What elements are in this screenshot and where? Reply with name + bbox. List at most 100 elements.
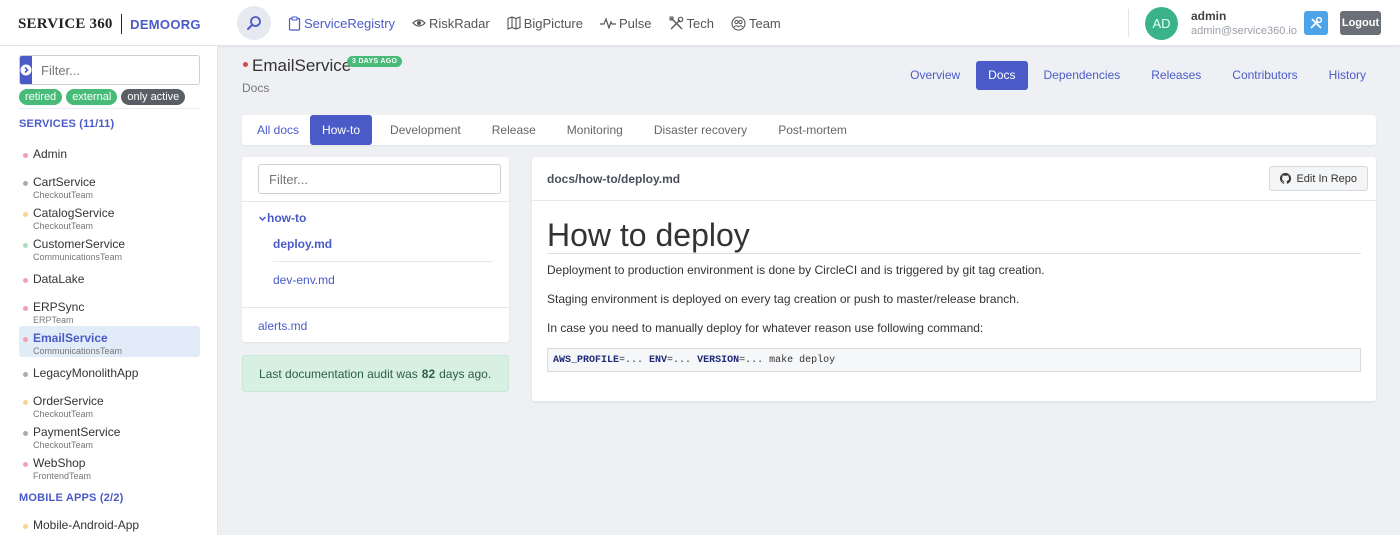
- user-name: admin: [1191, 9, 1227, 23]
- file-dev-env-md[interactable]: dev-env.md: [273, 273, 335, 287]
- doc-divider: [532, 200, 1376, 201]
- service-team: CheckoutTeam: [33, 221, 94, 231]
- nav-service-registry[interactable]: ServiceRegistry: [288, 16, 395, 31]
- audit-days: 82: [421, 366, 436, 381]
- edit-in-repo-button[interactable]: Edit In Repo: [1269, 166, 1368, 191]
- github-icon: [1280, 173, 1292, 184]
- user-email: admin@service360.io: [1191, 25, 1297, 37]
- org-name: DEMOORG: [130, 16, 201, 32]
- doc-viewer-panel: docs/how-to/deploy.md Edit In Repo How t…: [532, 157, 1376, 401]
- status-dot: [23, 524, 28, 529]
- eye-icon: [412, 19, 426, 27]
- status-dot: [23, 278, 28, 283]
- doc-tab-all-docs[interactable]: All docs: [248, 115, 308, 145]
- folder-how-to[interactable]: how-to: [258, 211, 306, 225]
- tab-history[interactable]: History: [1314, 61, 1381, 90]
- team-icon: [731, 15, 746, 31]
- mobile-apps-section-title[interactable]: MOBILE APPS (2/2): [19, 492, 123, 504]
- pulse-icon: [599, 17, 616, 29]
- status-dot: [23, 372, 28, 377]
- nav-team[interactable]: Team: [731, 16, 781, 31]
- service-name: CustomerService: [33, 237, 126, 251]
- mobile-app-item-android[interactable]: Mobile-Android-App: [19, 517, 200, 533]
- service-item-legacymonolithapp[interactable]: LegacyMonolithApp: [19, 365, 200, 381]
- logo-separator: [120, 14, 123, 34]
- audit-notice: Last documentation audit was 82 days ago…: [242, 355, 509, 392]
- chevron-right-circle-icon: [20, 64, 32, 76]
- doc-tab-post-mortem[interactable]: Post-mortem: [769, 115, 856, 145]
- doc-tab-development[interactable]: Development: [381, 115, 470, 145]
- nav-tech[interactable]: Tech: [669, 16, 714, 31]
- status-dot: [23, 400, 28, 405]
- service-name: Admin: [33, 147, 68, 161]
- code-var: ENV: [649, 354, 668, 366]
- tag-only-active[interactable]: only active: [121, 89, 186, 105]
- service-item-customerservice[interactable]: CustomerService CommunicationsTeam: [19, 236, 200, 262]
- service-item-erpsync[interactable]: ERPSync ERPTeam: [19, 299, 200, 325]
- logout-button[interactable]: Logout: [1340, 11, 1381, 35]
- service-item-cartservice[interactable]: CartService CheckoutTeam: [19, 174, 200, 200]
- tab-docs[interactable]: Docs: [976, 61, 1028, 90]
- service-item-datalake[interactable]: DataLake: [19, 271, 200, 287]
- filter-toggle-button[interactable]: [20, 56, 32, 84]
- top-bar: SERVICE 360 DEMOORG ServiceRegistry Risk…: [0, 0, 1400, 46]
- age-badge: 3 DAYS AGO: [347, 56, 403, 67]
- global-search-button[interactable]: [237, 6, 271, 40]
- app-name: Mobile-Android-App: [33, 518, 140, 532]
- tab-dependencies[interactable]: Dependencies: [1029, 61, 1136, 90]
- service-item-webshop[interactable]: WebShop FrontendTeam: [19, 455, 200, 481]
- service-name: DataLake: [33, 272, 85, 286]
- service-item-catalogservice[interactable]: CatalogService CheckoutTeam: [19, 205, 200, 231]
- sidebar-filter-input[interactable]: [32, 56, 217, 84]
- service-name: CatalogService: [33, 206, 115, 220]
- status-dot: [23, 462, 28, 467]
- service-name: CartService: [33, 175, 96, 189]
- logo[interactable]: SERVICE 360 DEMOORG: [18, 12, 201, 36]
- nav-label: Team: [748, 15, 781, 31]
- service-tabs: Overview Docs Dependencies Releases Cont…: [894, 61, 1381, 90]
- service-item-emailservice[interactable]: EmailService CommunicationsTeam: [19, 326, 200, 357]
- tag-external[interactable]: external: [66, 89, 118, 105]
- code-block: AWS_PROFILE =... ENV =... VERSION =... make…: [547, 348, 1361, 372]
- nav-risk-radar[interactable]: RiskRadar: [412, 16, 490, 31]
- sidebar-divider: [19, 108, 200, 109]
- code-var: VERSION: [697, 354, 740, 366]
- service-team: CommunicationsTeam: [33, 252, 123, 262]
- doc-tab-release[interactable]: Release: [483, 115, 545, 145]
- service-name: EmailService: [33, 331, 108, 345]
- code-text: =...: [619, 354, 650, 366]
- doc-filter-input[interactable]: [258, 164, 501, 194]
- service-item-orderservice[interactable]: OrderService CheckoutTeam: [19, 393, 200, 419]
- admin-tools-button[interactable]: [1304, 11, 1328, 35]
- service-item-admin[interactable]: Admin: [19, 146, 200, 162]
- file-deploy-md[interactable]: deploy.md: [273, 237, 332, 251]
- doc-paragraph: In case you need to manually deploy for …: [547, 321, 984, 335]
- tag-retired[interactable]: retired: [19, 89, 63, 105]
- status-dot: [23, 181, 28, 186]
- doc-tab-how-to[interactable]: How-to: [310, 115, 373, 145]
- tree-divider: [242, 201, 509, 202]
- tab-releases[interactable]: Releases: [1136, 61, 1216, 90]
- nav-pulse[interactable]: Pulse: [599, 15, 652, 31]
- service-name: PaymentService: [33, 425, 121, 439]
- service-team: CheckoutTeam: [33, 440, 94, 450]
- nav-big-picture[interactable]: BigPicture: [507, 16, 583, 31]
- status-dot: [23, 431, 28, 436]
- file-alerts-md[interactable]: alerts.md: [258, 319, 307, 333]
- service-item-paymentservice[interactable]: PaymentService CheckoutTeam: [19, 424, 200, 450]
- avatar[interactable]: AD: [1145, 7, 1178, 40]
- wrench-screwdriver-icon: [1310, 16, 1323, 29]
- status-dot: [23, 337, 28, 342]
- logo-text: SERVICE 360: [18, 15, 113, 32]
- doc-tab-monitoring[interactable]: Monitoring: [558, 115, 632, 145]
- audit-prefix: Last documentation audit was: [259, 366, 418, 381]
- doc-path: docs/how-to/deploy.md: [547, 172, 681, 186]
- nav-label: Pulse: [618, 15, 652, 31]
- doc-tab-disaster-recovery[interactable]: Disaster recovery: [645, 115, 756, 145]
- tab-overview[interactable]: Overview: [895, 61, 975, 90]
- tab-contributors[interactable]: Contributors: [1217, 61, 1312, 90]
- nav-label: BigPicture: [523, 15, 583, 31]
- page-title: EmailService: [252, 56, 352, 75]
- services-section-title[interactable]: SERVICES (11/11): [19, 118, 114, 130]
- nav-label: ServiceRegistry: [304, 15, 396, 31]
